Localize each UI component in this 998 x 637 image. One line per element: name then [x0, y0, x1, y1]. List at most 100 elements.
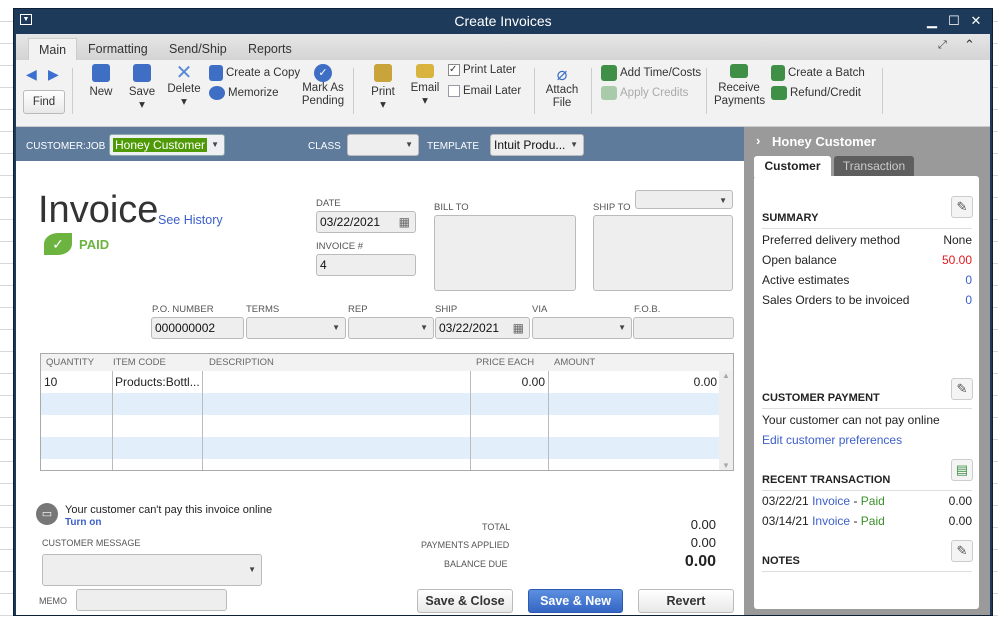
see-history-link[interactable]: See History: [158, 213, 223, 227]
create-copy-button[interactable]: Create a Copy: [209, 65, 300, 81]
ribbon: ◀ ▶ Find New Save ▾ ✕ Delete ▾ Create a Cop…: [16, 60, 990, 127]
memorize-icon: [209, 86, 225, 100]
payments-applied-value: 0.00: [690, 535, 716, 550]
col-price-each[interactable]: PRICE EACH: [476, 354, 534, 371]
table-row[interactable]: [41, 393, 719, 415]
via-label: VIA: [532, 304, 548, 315]
class-dropdown[interactable]: [347, 134, 419, 156]
refund-credit-button[interactable]: Refund/Credit: [771, 86, 861, 100]
col-quantity[interactable]: QUANTITY: [46, 354, 94, 371]
po-number-label: P.O. NUMBER: [152, 304, 214, 315]
summary-row[interactable]: Active estimates 0: [762, 273, 972, 287]
print-later-checkbox[interactable]: ✓ Print Later: [448, 64, 516, 76]
save-button[interactable]: Save ▾: [126, 64, 158, 112]
refund-icon: [771, 86, 787, 100]
balance-due-value: 0.00: [684, 553, 716, 570]
table-row[interactable]: [41, 415, 719, 437]
ship-to-field[interactable]: [593, 215, 733, 291]
balance-due-label: BALANCE DUE: [444, 559, 508, 569]
panel-toggle-chevron-icon[interactable]: ›: [756, 133, 760, 148]
payments-applied-label: PAYMENTS APPLIED: [421, 540, 510, 550]
table-scrollbar[interactable]: ▲ ▼: [719, 371, 733, 470]
next-arrow-icon[interactable]: ▶: [48, 66, 59, 83]
apply-credits-button[interactable]: Apply Credits: [601, 86, 688, 100]
turn-on-link[interactable]: Turn on: [65, 517, 101, 528]
tab-main[interactable]: Main: [28, 38, 78, 60]
mark-as-pending-button[interactable]: ✓ Mark As Pending: [301, 64, 345, 108]
paid-status: PAID: [79, 237, 110, 252]
envelope-icon: [416, 64, 434, 78]
previous-arrow-icon[interactable]: ◀: [26, 66, 37, 83]
customer-message-dropdown[interactable]: [42, 554, 262, 586]
save-new-button[interactable]: Save & New: [528, 589, 623, 613]
email-later-checkbox[interactable]: Email Later: [448, 85, 521, 97]
panel-customer-name: Honey Customer: [772, 134, 877, 149]
recent-transaction-row[interactable]: 03/14/21 Invoice - Paid 0.00: [762, 514, 972, 528]
add-time-costs-button[interactable]: Add Time/Costs: [601, 65, 701, 81]
close-button[interactable]: ✕: [968, 13, 984, 29]
panel-tab-customer[interactable]: Customer: [754, 156, 831, 177]
save-disk-icon: [133, 64, 151, 82]
customer-job-dropdown[interactable]: Honey Customer: [109, 134, 225, 156]
email-button[interactable]: Email ▾: [409, 64, 441, 108]
ship-date-field[interactable]: 03/22/2021 ▦: [435, 317, 530, 339]
find-button[interactable]: Find: [23, 90, 65, 114]
notes-heading: NOTES: [762, 555, 972, 572]
edit-customer-preferences-link[interactable]: Edit customer preferences: [762, 433, 972, 447]
window-title: Create Invoices: [454, 13, 552, 29]
invoice-title: Invoice: [38, 189, 159, 231]
collapse-ribbon-icon[interactable]: ⌃: [964, 37, 975, 53]
money-icon: [730, 64, 748, 78]
col-item-code[interactable]: ITEM CODE: [113, 354, 166, 371]
receive-payments-button[interactable]: Receive Payments: [714, 64, 765, 108]
via-dropdown[interactable]: [532, 317, 632, 339]
template-dropdown[interactable]: Intuit Produ...: [490, 134, 584, 156]
memorize-button[interactable]: Memorize: [209, 86, 278, 100]
bill-to-field[interactable]: [434, 215, 576, 291]
ribbon-tabs: Main Formatting Send/Ship Reports ⤢ ⌃: [16, 34, 990, 60]
invoice-number-field[interactable]: 4: [316, 254, 416, 276]
tab-formatting[interactable]: Formatting: [78, 38, 158, 60]
table-row[interactable]: [41, 437, 719, 459]
tab-send-ship[interactable]: Send/Ship: [159, 38, 237, 60]
ship-date-label: SHIP: [435, 304, 458, 315]
revert-button[interactable]: Revert: [638, 589, 734, 613]
recent-transaction-row[interactable]: 03/22/21 Invoice - Paid 0.00: [762, 494, 972, 508]
new-button[interactable]: New: [86, 64, 116, 99]
rep-dropdown[interactable]: [348, 317, 434, 339]
panel-tab-transaction[interactable]: Transaction: [834, 156, 914, 176]
memo-label: MEMO: [39, 596, 67, 606]
delete-x-icon: ✕: [175, 62, 193, 84]
terms-dropdown[interactable]: [246, 317, 346, 339]
ship-to-dropdown[interactable]: [635, 190, 733, 211]
apply-credits-icon: [601, 86, 617, 100]
col-amount[interactable]: AMOUNT: [554, 354, 595, 371]
title-bar: ▼ Create Invoices ▁ ☐ ✕: [14, 9, 992, 34]
attach-file-button[interactable]: ⌀ Attach File: [544, 64, 580, 110]
summary-row[interactable]: Sales Orders to be invoiced 0: [762, 293, 972, 307]
fob-field[interactable]: [633, 317, 734, 339]
invoice-body: CUSTOMER:JOB Honey Customer CLASS TEMPLA…: [16, 127, 990, 615]
window-menu-icon[interactable]: ▼: [20, 14, 32, 25]
total-label: TOTAL: [482, 522, 511, 532]
minimize-button[interactable]: ▁: [924, 13, 940, 29]
paid-check-icon: ✓: [44, 233, 72, 255]
maximize-button[interactable]: ☐: [946, 13, 962, 29]
new-document-icon: [92, 64, 110, 82]
date-field[interactable]: 03/22/2021 ▦: [316, 211, 416, 233]
table-row[interactable]: 10 Products:Bottl... 0.00 0.00: [41, 371, 719, 393]
col-description[interactable]: DESCRIPTION: [209, 354, 274, 371]
memo-field[interactable]: [76, 589, 227, 611]
summary-row: Preferred delivery method None: [762, 233, 972, 247]
expand-icon[interactable]: ⤢: [938, 39, 947, 52]
paperclip-icon: ⌀: [556, 64, 568, 84]
delete-button[interactable]: ✕ Delete ▾: [166, 62, 202, 109]
create-invoices-window: ▼ Create Invoices ▁ ☐ ✕ Main Formatting …: [13, 8, 993, 616]
tab-reports[interactable]: Reports: [238, 38, 302, 60]
save-close-button[interactable]: Save & Close: [417, 589, 513, 613]
po-number-field[interactable]: 000000002: [151, 317, 244, 339]
create-batch-button[interactable]: Create a Batch: [771, 65, 865, 81]
print-button[interactable]: Print ▾: [368, 64, 398, 112]
credit-card-icon: ▭: [36, 503, 58, 525]
line-items-table: QUANTITY ITEM CODE DESCRIPTION PRICE EAC…: [40, 353, 734, 471]
